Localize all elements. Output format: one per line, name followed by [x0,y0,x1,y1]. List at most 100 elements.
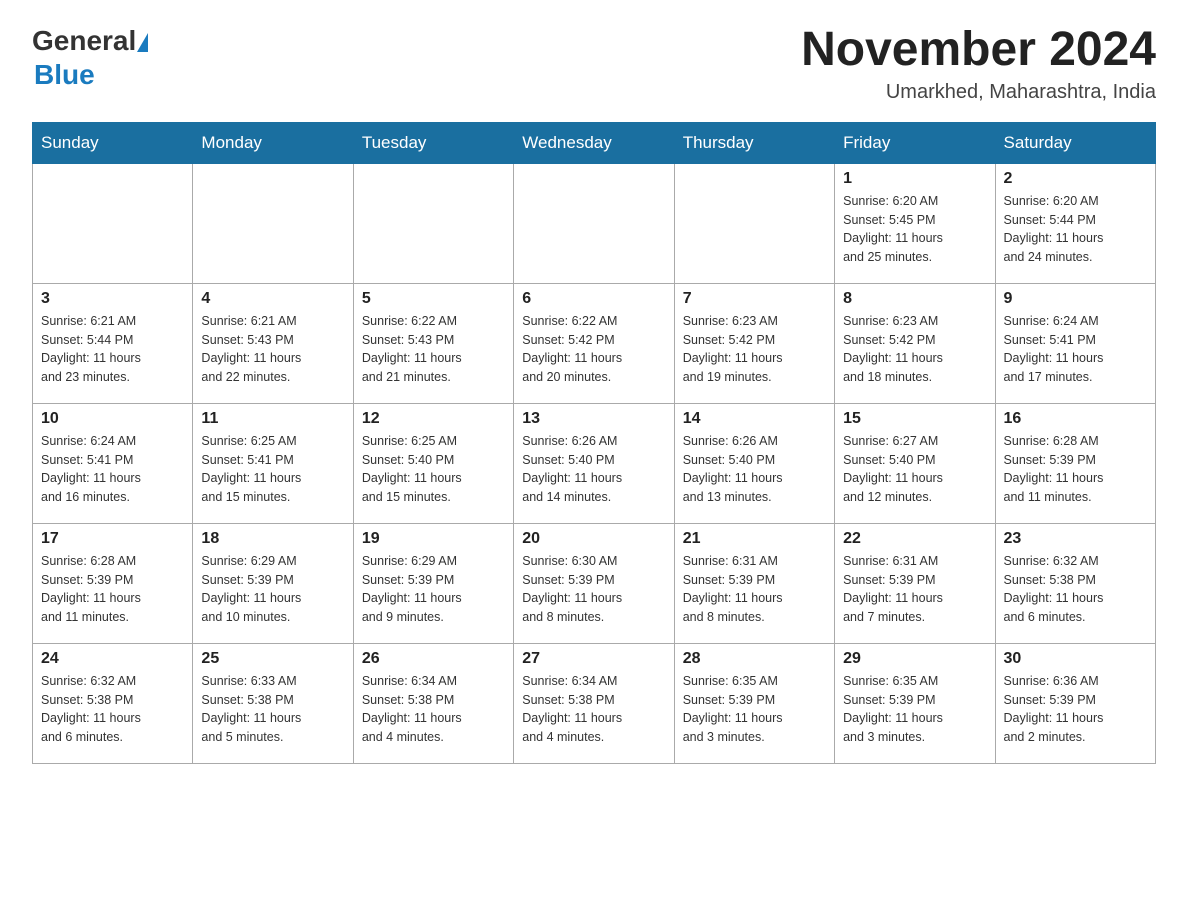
calendar-day-cell: 17 Sunrise: 6:28 AMSunset: 5:39 PMDayligh… [33,523,193,643]
day-number: 29 [843,650,986,668]
day-number: 1 [843,170,986,188]
day-number: 28 [683,650,826,668]
day-info: Sunrise: 6:23 AMSunset: 5:42 PMDaylight:… [843,314,943,384]
day-number: 18 [201,530,344,548]
day-number: 13 [522,410,665,428]
day-info: Sunrise: 6:29 AMSunset: 5:39 PMDaylight:… [362,554,462,624]
day-number: 4 [201,290,344,308]
weekday-header-monday: Monday [193,122,353,163]
calendar-day-cell: 12 Sunrise: 6:25 AMSunset: 5:40 PMDayligh… [353,403,513,523]
calendar-day-cell: 3 Sunrise: 6:21 AMSunset: 5:44 PMDaylight… [33,283,193,403]
calendar-day-cell: 24 Sunrise: 6:32 AMSunset: 5:38 PMDayligh… [33,643,193,763]
day-info: Sunrise: 6:20 AMSunset: 5:44 PMDaylight:… [1004,194,1104,264]
day-number: 22 [843,530,986,548]
day-number: 20 [522,530,665,548]
day-number: 11 [201,410,344,428]
day-number: 17 [41,530,184,548]
weekday-header-wednesday: Wednesday [514,122,674,163]
calendar-day-cell: 29Sunrise: 6:35 AMSunset: 5:39 PMDayligh… [835,643,995,763]
calendar-day-cell [674,163,834,283]
weekday-header-friday: Friday [835,122,995,163]
day-info: Sunrise: 6:23 AMSunset: 5:42 PMDaylight:… [683,314,783,384]
day-info: Sunrise: 6:27 AMSunset: 5:40 PMDaylight:… [843,434,943,504]
day-number: 25 [201,650,344,668]
day-info: Sunrise: 6:34 AMSunset: 5:38 PMDaylight:… [522,674,622,744]
calendar-day-cell: 27Sunrise: 6:34 AMSunset: 5:38 PMDayligh… [514,643,674,763]
day-number: 14 [683,410,826,428]
calendar-day-cell: 16 Sunrise: 6:28 AMSunset: 5:39 PMDayligh… [995,403,1155,523]
calendar-week-row: 17 Sunrise: 6:28 AMSunset: 5:39 PMDayligh… [33,523,1156,643]
location-title: Umarkhed, Maharashtra, India [801,81,1156,104]
day-info: Sunrise: 6:28 AMSunset: 5:39 PMDaylight:… [41,554,141,624]
day-info: Sunrise: 6:29 AMSunset: 5:39 PMDaylight:… [201,554,301,624]
logo-blue-text: Blue [34,58,95,92]
calendar-day-cell [193,163,353,283]
day-number: 8 [843,290,986,308]
weekday-header-tuesday: Tuesday [353,122,513,163]
day-number: 19 [362,530,505,548]
calendar-day-cell: 25 Sunrise: 6:33 AMSunset: 5:38 PMDayligh… [193,643,353,763]
day-info: Sunrise: 6:31 AMSunset: 5:39 PMDaylight:… [843,554,943,624]
calendar-title-area: November 2024 Umarkhed, Maharashtra, Ind… [801,24,1156,104]
day-info: Sunrise: 6:25 AMSunset: 5:41 PMDaylight:… [201,434,301,504]
calendar-day-cell: 22 Sunrise: 6:31 AMSunset: 5:39 PMDayligh… [835,523,995,643]
calendar-day-cell: 21 Sunrise: 6:31 AMSunset: 5:39 PMDayligh… [674,523,834,643]
calendar-day-cell: 8 Sunrise: 6:23 AMSunset: 5:42 PMDaylight… [835,283,995,403]
calendar-day-cell: 6 Sunrise: 6:22 AMSunset: 5:42 PMDaylight… [514,283,674,403]
day-number: 12 [362,410,505,428]
day-info: Sunrise: 6:31 AMSunset: 5:39 PMDaylight:… [683,554,783,624]
calendar-day-cell: 7 Sunrise: 6:23 AMSunset: 5:42 PMDaylight… [674,283,834,403]
calendar-day-cell: 1 Sunrise: 6:20 AMSunset: 5:45 PMDaylight… [835,163,995,283]
day-info: Sunrise: 6:21 AMSunset: 5:43 PMDaylight:… [201,314,301,384]
day-info: Sunrise: 6:24 AMSunset: 5:41 PMDaylight:… [1004,314,1104,384]
page-header: General Blue November 2024 Umarkhed, Mah… [32,24,1156,104]
month-title: November 2024 [801,24,1156,77]
day-info: Sunrise: 6:32 AMSunset: 5:38 PMDaylight:… [1004,554,1104,624]
calendar-day-cell [353,163,513,283]
calendar-day-cell: 5 Sunrise: 6:22 AMSunset: 5:43 PMDaylight… [353,283,513,403]
calendar-day-cell: 19 Sunrise: 6:29 AMSunset: 5:39 PMDayligh… [353,523,513,643]
logo: General Blue [32,24,148,91]
weekday-header-saturday: Saturday [995,122,1155,163]
day-info: Sunrise: 6:26 AMSunset: 5:40 PMDaylight:… [522,434,622,504]
calendar-day-cell: 9 Sunrise: 6:24 AMSunset: 5:41 PMDaylight… [995,283,1155,403]
day-info: Sunrise: 6:25 AMSunset: 5:40 PMDaylight:… [362,434,462,504]
calendar-table: SundayMondayTuesdayWednesdayThursdayFrid… [32,122,1156,764]
calendar-week-row: 10Sunrise: 6:24 AMSunset: 5:41 PMDayligh… [33,403,1156,523]
day-number: 16 [1004,410,1147,428]
day-number: 7 [683,290,826,308]
logo-triangle-icon [137,33,148,52]
day-number: 9 [1004,290,1147,308]
day-number: 26 [362,650,505,668]
day-number: 23 [1004,530,1147,548]
day-info: Sunrise: 6:22 AMSunset: 5:43 PMDaylight:… [362,314,462,384]
day-number: 3 [41,290,184,308]
day-info: Sunrise: 6:35 AMSunset: 5:39 PMDaylight:… [683,674,783,744]
day-number: 15 [843,410,986,428]
day-info: Sunrise: 6:32 AMSunset: 5:38 PMDaylight:… [41,674,141,744]
day-info: Sunrise: 6:36 AMSunset: 5:39 PMDaylight:… [1004,674,1104,744]
day-info: Sunrise: 6:21 AMSunset: 5:44 PMDaylight:… [41,314,141,384]
day-info: Sunrise: 6:20 AMSunset: 5:45 PMDaylight:… [843,194,943,264]
day-number: 6 [522,290,665,308]
calendar-week-row: 1 Sunrise: 6:20 AMSunset: 5:45 PMDaylight… [33,163,1156,283]
day-number: 5 [362,290,505,308]
calendar-day-cell: 18 Sunrise: 6:29 AMSunset: 5:39 PMDayligh… [193,523,353,643]
day-info: Sunrise: 6:28 AMSunset: 5:39 PMDaylight:… [1004,434,1104,504]
calendar-day-cell: 28 Sunrise: 6:35 AMSunset: 5:39 PMDayligh… [674,643,834,763]
day-number: 24 [41,650,184,668]
calendar-day-cell: 14Sunrise: 6:26 AMSunset: 5:40 PMDayligh… [674,403,834,523]
day-info: Sunrise: 6:22 AMSunset: 5:42 PMDaylight:… [522,314,622,384]
calendar-week-row: 24 Sunrise: 6:32 AMSunset: 5:38 PMDayligh… [33,643,1156,763]
day-info: Sunrise: 6:30 AMSunset: 5:39 PMDaylight:… [522,554,622,624]
weekday-header-sunday: Sunday [33,122,193,163]
weekday-header-row: SundayMondayTuesdayWednesdayThursdayFrid… [33,122,1156,163]
calendar-day-cell [514,163,674,283]
calendar-day-cell: 13 Sunrise: 6:26 AMSunset: 5:40 PMDayligh… [514,403,674,523]
day-number: 10 [41,410,184,428]
calendar-day-cell [33,163,193,283]
day-number: 21 [683,530,826,548]
day-info: Sunrise: 6:33 AMSunset: 5:38 PMDaylight:… [201,674,301,744]
logo-general-text: General [32,24,136,58]
day-number: 30 [1004,650,1147,668]
